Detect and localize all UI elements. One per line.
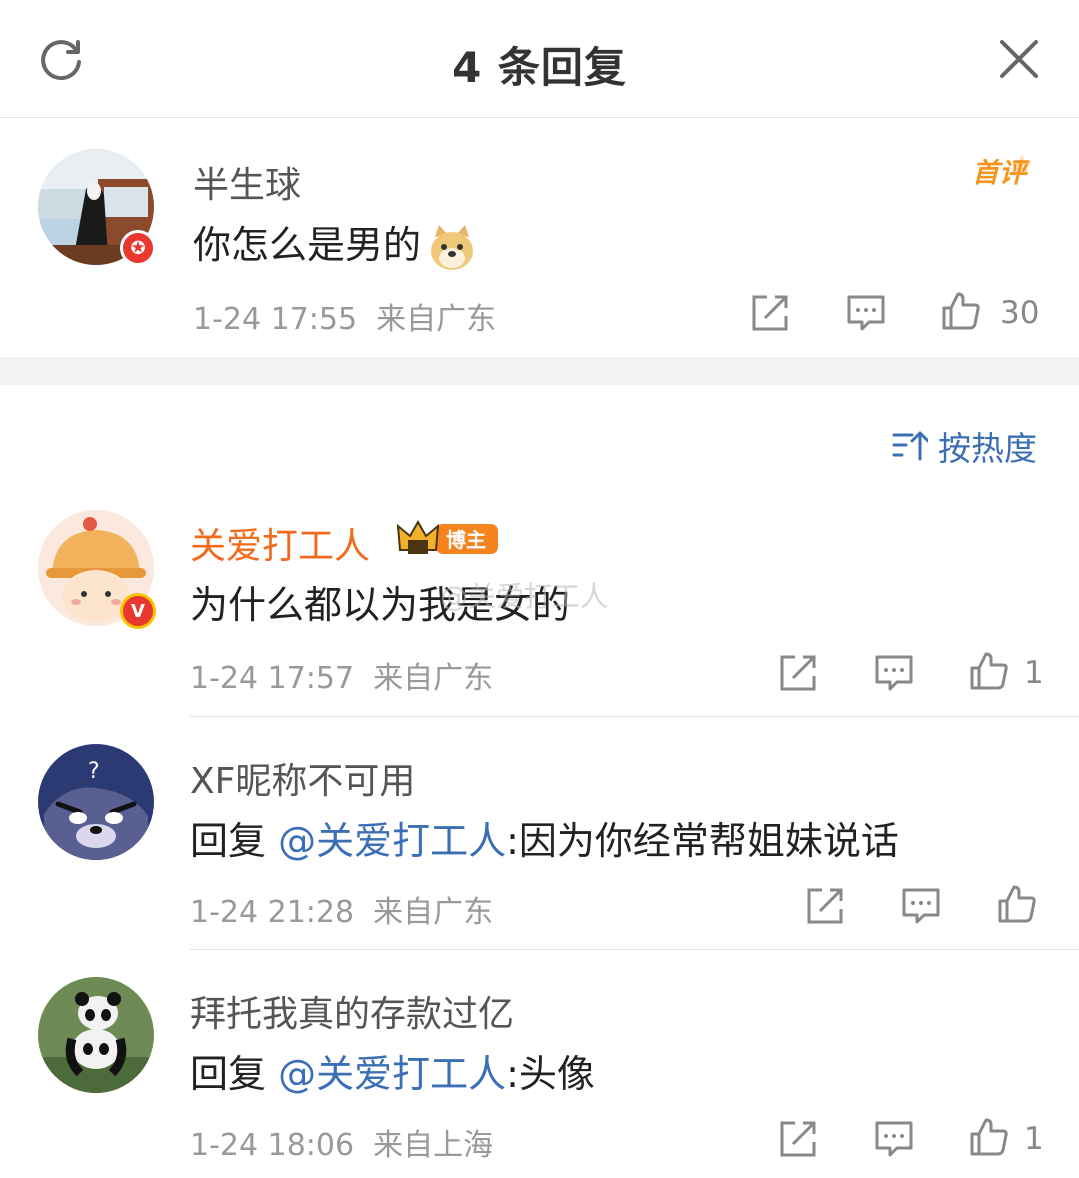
mention-link[interactable]: @关爱打工人 (278, 1052, 506, 1096)
like-icon[interactable] (968, 1116, 1010, 1158)
comment-text: 回复 @关爱打工人:因为你经常帮姐妹说话 (190, 810, 899, 865)
divider (190, 949, 1079, 950)
comment-icon[interactable] (900, 885, 942, 927)
timestamp: 1-24 17:57 (190, 661, 355, 696)
comment-icon[interactable] (873, 652, 915, 694)
username[interactable]: 半生球 (193, 156, 301, 208)
location: 来自广东 (376, 302, 497, 337)
share-icon[interactable] (749, 292, 791, 334)
reply-prefix: 回复 (190, 1052, 267, 1096)
username[interactable]: 拜托我真的存款过亿 (190, 985, 514, 1037)
like-count: 30 (1000, 295, 1040, 331)
comment-body: 你怎么是男的 (193, 223, 422, 267)
section-divider (0, 357, 1079, 385)
reply-prefix: 回复 (190, 819, 267, 863)
avatar[interactable] (38, 977, 154, 1093)
header: 4 条回复 (0, 0, 1079, 118)
comment-body: :头像 (506, 1052, 595, 1096)
comment-text: 你怎么是男的 (193, 214, 477, 273)
sort-label: 按热度 (938, 429, 1037, 468)
location: 来自广东 (373, 895, 494, 930)
location: 来自广东 (373, 661, 494, 696)
like-count: 1 (1024, 1121, 1044, 1157)
comment-text: 回复 @关爱打工人:头像 (190, 1043, 595, 1098)
share-icon[interactable] (777, 652, 819, 694)
first-comment-badge: 首评 (972, 154, 1032, 189)
like-icon[interactable] (996, 883, 1038, 925)
comment-meta: 1-24 17:55 来自广东 (193, 294, 496, 338)
comment-body: :因为你经常帮姐妹说话 (506, 819, 899, 863)
username[interactable]: 关爱打工人 (190, 517, 370, 569)
svg-text:首评: 首评 (972, 158, 1030, 189)
close-icon[interactable] (998, 38, 1040, 80)
svg-text:?: ? (88, 759, 100, 784)
watermark: @关爱打工人 (440, 580, 609, 613)
avatar[interactable]: ? (38, 744, 154, 860)
author-tag-label: 博主 (446, 528, 486, 552)
like-icon[interactable] (968, 650, 1010, 692)
doge-emoji-icon (431, 224, 474, 270)
like-icon[interactable] (940, 290, 982, 332)
share-icon[interactable] (804, 885, 846, 927)
divider (190, 716, 1079, 717)
comment-icon[interactable] (873, 1118, 915, 1160)
comment-meta: 1-24 21:28 来自广东 (190, 887, 493, 931)
like-count: 1 (1024, 655, 1044, 691)
timestamp: 1-24 17:55 (193, 302, 358, 337)
share-icon[interactable] (777, 1118, 819, 1160)
timestamp: 1-24 18:06 (190, 1128, 355, 1163)
timestamp: 1-24 21:28 (190, 895, 355, 930)
sort-button[interactable]: 按热度 (892, 426, 1037, 468)
location: 来自上海 (373, 1128, 494, 1163)
comment-meta: 1-24 18:06 来自上海 (190, 1120, 493, 1164)
username[interactable]: XF昵称不可用 (190, 752, 415, 804)
blogger-crown-badge: 博主 (396, 519, 498, 554)
verified-star-badge: ✪ (120, 230, 156, 266)
page-title: 4 条回复 (452, 43, 627, 92)
comment-meta: 1-24 17:57 来自广东 (190, 653, 493, 697)
mention-link[interactable]: @关爱打工人 (278, 819, 506, 863)
comment-icon[interactable] (845, 292, 887, 334)
verified-v-badge: V (120, 593, 156, 629)
sort-icon (892, 431, 928, 461)
